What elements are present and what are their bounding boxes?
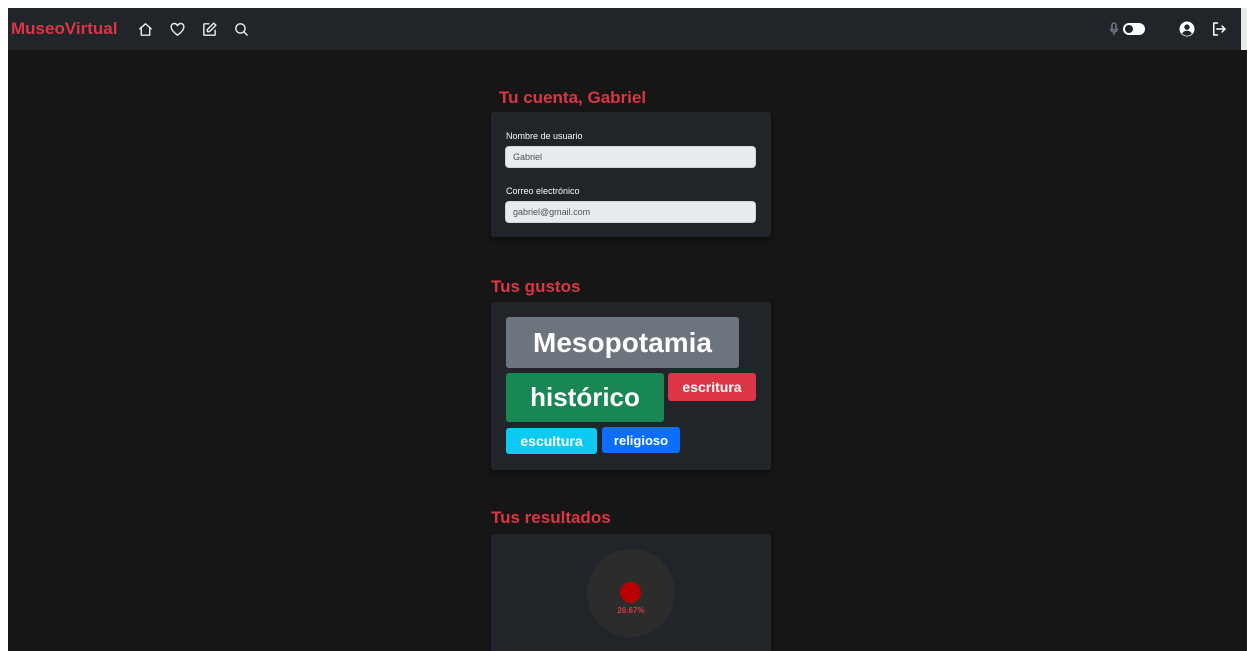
tag-mesopotamia[interactable]: Mesopotamia bbox=[506, 317, 739, 368]
account-title: Tu cuenta, Gabriel bbox=[499, 88, 647, 107]
likes-title: Tus gustos bbox=[491, 277, 581, 296]
search-icon[interactable] bbox=[225, 13, 257, 45]
likes-card: Mesopotamia histórico escritura escultur… bbox=[491, 302, 771, 470]
tag-historico[interactable]: histórico bbox=[506, 373, 664, 422]
brand-logo[interactable]: MuseoVirtual bbox=[11, 19, 117, 39]
username-field[interactable]: Gabriel bbox=[505, 146, 756, 168]
edit-icon[interactable] bbox=[193, 13, 225, 45]
home-icon[interactable] bbox=[129, 13, 161, 45]
toggle-knob bbox=[1125, 25, 1133, 33]
results-chart: 26.67% bbox=[587, 549, 675, 637]
email-label: Correo electrónico bbox=[506, 186, 580, 196]
results-card: 26.67% bbox=[491, 534, 771, 651]
results-percentage: 26.67% bbox=[617, 606, 645, 615]
microphone-icon bbox=[1109, 22, 1119, 36]
tag-escultura[interactable]: escultura bbox=[506, 428, 597, 454]
tag-religioso[interactable]: religioso bbox=[602, 427, 680, 453]
tag-escritura[interactable]: escritura bbox=[668, 373, 756, 401]
app-frame: MuseoVirtual Tu cuenta, Gabriel Nombre d… bbox=[8, 8, 1247, 651]
account-card: Nombre de usuario Gabriel Correo electró… bbox=[491, 112, 771, 237]
navbar-right-tools bbox=[1109, 8, 1233, 50]
username-label: Nombre de usuario bbox=[506, 131, 583, 141]
scrollbar[interactable] bbox=[1241, 8, 1247, 50]
heart-icon[interactable] bbox=[161, 13, 193, 45]
voice-toggle-switch[interactable] bbox=[1123, 23, 1145, 35]
email-field[interactable]: gabriel@gmail.com bbox=[505, 201, 756, 223]
results-dot bbox=[620, 582, 641, 603]
user-circle-icon[interactable] bbox=[1173, 15, 1201, 43]
logout-icon[interactable] bbox=[1205, 15, 1233, 43]
results-title: Tus resultados bbox=[491, 508, 611, 527]
navbar: MuseoVirtual bbox=[8, 8, 1247, 50]
nav-icons bbox=[129, 13, 257, 45]
